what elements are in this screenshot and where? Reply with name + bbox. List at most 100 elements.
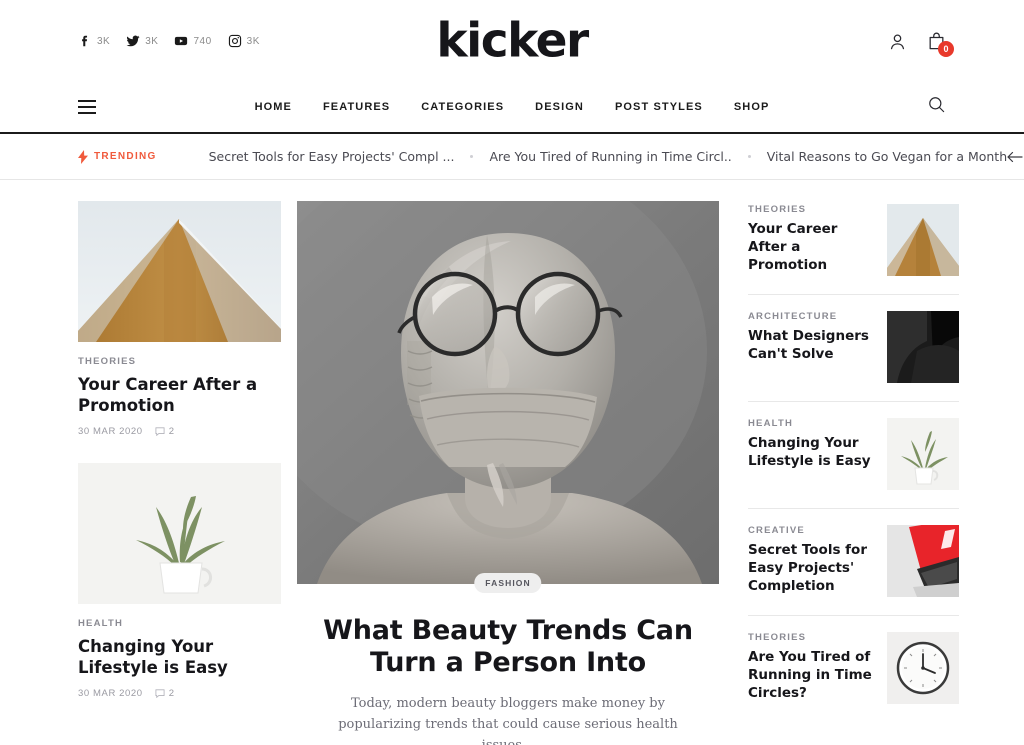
sidebar-article-thumbnail[interactable] xyxy=(887,204,959,276)
sidebar-article-category[interactable]: ARCHITECTURE xyxy=(748,311,873,322)
sidebar-article-text: CREATIVE Secret Tools for Easy Projects'… xyxy=(748,525,873,596)
sidebar-article-title[interactable]: Your Career After a Promotion xyxy=(748,221,873,275)
sidebar-article-2: ARCHITECTURE What Designers Can't Solve xyxy=(748,295,959,402)
search-icon xyxy=(929,97,945,113)
article-card: HEALTH Changing Your Lifestyle is Easy 3… xyxy=(78,462,281,699)
trending-navigation xyxy=(1007,151,1024,163)
sidebar-article-thumbnail[interactable] xyxy=(887,632,959,704)
sidebar-article-text: THEORIES Your Career After a Promotion xyxy=(748,204,873,275)
article-category[interactable]: HEALTH xyxy=(78,618,281,629)
social-link-instagram[interactable]: 3K xyxy=(228,34,260,48)
trending-separator-dot xyxy=(470,155,474,158)
site-logo[interactable]: kicker xyxy=(436,18,589,65)
comment-bubble-icon xyxy=(155,689,165,698)
twitter-icon xyxy=(126,35,140,47)
plant-in-white-mug-image xyxy=(887,418,959,490)
sidebar-article-text: HEALTH Changing Your Lifestyle is Easy xyxy=(748,418,873,471)
featured-image-wrapper: FASHION xyxy=(297,201,719,593)
trending-items: Secret Tools for Easy Projects' Compl ..… xyxy=(209,149,1008,164)
nav-item-home[interactable]: HOME xyxy=(255,101,292,113)
search-button[interactable] xyxy=(927,95,946,119)
wooden-triangular-building-apex-image xyxy=(887,204,959,276)
social-link-twitter[interactable]: 3K xyxy=(126,34,158,48)
youtube-icon xyxy=(175,36,188,46)
red-laptop-sticker-image xyxy=(887,525,959,597)
sidebar-article-category[interactable]: THEORIES xyxy=(748,204,873,215)
featured-image-link[interactable] xyxy=(297,201,719,584)
header-actions: 0 xyxy=(888,32,954,57)
article-thumbnail-architecture[interactable] xyxy=(78,201,281,342)
sidebar-article-title[interactable]: Are You Tired of Running in Time Circles… xyxy=(748,649,873,703)
article-comments[interactable]: 2 xyxy=(155,426,175,437)
article-category[interactable]: THEORIES xyxy=(78,356,281,367)
account-button[interactable] xyxy=(888,32,907,51)
cart-button[interactable]: 0 xyxy=(927,32,954,57)
article-title[interactable]: Changing Your Lifestyle is Easy xyxy=(78,636,281,679)
nav-item-post-styles[interactable]: POST STYLES xyxy=(615,101,703,113)
main-content: THEORIES Your Career After a Promotion 3… xyxy=(0,201,1024,745)
nav-item-shop[interactable]: SHOP xyxy=(734,101,770,113)
featured-category-badge[interactable]: FASHION xyxy=(474,573,542,593)
arrow-left-icon[interactable] xyxy=(1007,151,1023,163)
trending-label: TRENDING xyxy=(94,151,157,162)
article-meta: 30 MAR 2020 2 xyxy=(78,426,281,437)
sidebar-article-1: THEORIES Your Career After a Promotion xyxy=(748,201,959,295)
sidebar-article-thumbnail[interactable] xyxy=(887,311,959,383)
article-date: 30 MAR 2020 xyxy=(78,425,143,437)
trending-label-group: TRENDING xyxy=(78,149,157,164)
article-comments[interactable]: 2 xyxy=(155,688,175,699)
sidebar-article-5: THEORIES Are You Tired of Running in Tim… xyxy=(748,616,959,722)
featured-portrait-image xyxy=(297,201,719,584)
trending-bar: TRENDING Secret Tools for Easy Projects'… xyxy=(0,134,1024,180)
social-count-youtube: 740 xyxy=(193,35,212,47)
sidebar-article-text: THEORIES Are You Tired of Running in Tim… xyxy=(748,632,873,703)
sidebar-article-3: HEALTH Changing Your Lifestyle is Easy xyxy=(748,402,959,509)
social-count-twitter: 3K xyxy=(145,35,159,47)
sidebar-article-category[interactable]: HEALTH xyxy=(748,418,873,429)
article-thumbnail-plant[interactable] xyxy=(78,462,281,604)
sidebar: THEORIES Your Career After a Promotion A… xyxy=(748,201,959,745)
top-bar: 3K 3K 740 3K kicker 0 xyxy=(0,0,1024,82)
sidebar-article-title[interactable]: Changing Your Lifestyle is Easy xyxy=(748,435,873,471)
page-root: 3K 3K 740 3K kicker 0 HOME FEATURES CATE… xyxy=(0,0,1024,745)
social-count-instagram: 3K xyxy=(246,35,260,47)
comment-count: 2 xyxy=(168,687,175,699)
nav-item-design[interactable]: DESIGN xyxy=(535,101,584,113)
sidebar-article-text: ARCHITECTURE What Designers Can't Solve xyxy=(748,311,873,364)
nav-item-categories[interactable]: CATEGORIES xyxy=(421,101,504,113)
hamburger-line xyxy=(78,112,96,114)
article-date: 30 MAR 2020 xyxy=(78,687,143,699)
cart-count-badge: 0 xyxy=(938,40,954,57)
sidebar-article-title[interactable]: Secret Tools for Easy Projects' Completi… xyxy=(748,542,873,596)
wooden-triangular-building-apex-image xyxy=(78,201,281,342)
sidebar-article-category[interactable]: THEORIES xyxy=(748,632,873,643)
instagram-icon xyxy=(228,34,241,48)
featured-excerpt: Today, modern beauty bloggers make money… xyxy=(338,696,678,745)
wall-clock-image xyxy=(887,632,959,704)
nav-item-features[interactable]: FEATURES xyxy=(323,101,390,113)
social-link-facebook[interactable]: 3K xyxy=(78,34,110,48)
nav-links: HOME FEATURES CATEGORIES DESIGN POST STY… xyxy=(255,101,770,113)
hamburger-line xyxy=(78,106,96,108)
trending-item[interactable]: Vital Reasons to Go Vegan for a Month xyxy=(767,149,1007,164)
article-card: THEORIES Your Career After a Promotion 3… xyxy=(78,201,281,437)
sidebar-article-category[interactable]: CREATIVE xyxy=(748,525,873,536)
sidebar-article-thumbnail[interactable] xyxy=(887,525,959,597)
plant-in-white-mug-image xyxy=(78,462,281,604)
trending-item[interactable]: Are You Tired of Running in Time Circl.. xyxy=(489,149,731,164)
lightning-bolt-icon xyxy=(78,149,88,164)
dark-architecture-detail-image xyxy=(887,311,959,383)
hamburger-menu-icon[interactable] xyxy=(78,100,96,114)
left-column: THEORIES Your Career After a Promotion 3… xyxy=(78,201,281,745)
article-meta: 30 MAR 2020 2 xyxy=(78,688,281,699)
social-count-facebook: 3K xyxy=(97,35,111,47)
featured-title[interactable]: What Beauty Trends Can Turn a Person Int… xyxy=(297,615,719,678)
main-navigation: HOME FEATURES CATEGORIES DESIGN POST STY… xyxy=(0,82,1024,134)
facebook-icon xyxy=(82,35,88,47)
sidebar-article-title[interactable]: What Designers Can't Solve xyxy=(748,328,873,364)
sidebar-article-thumbnail[interactable] xyxy=(887,418,959,490)
social-link-youtube[interactable]: 740 xyxy=(174,34,211,48)
trending-item[interactable]: Secret Tools for Easy Projects' Compl ..… xyxy=(209,149,455,164)
article-title[interactable]: Your Career After a Promotion xyxy=(78,374,281,417)
comment-bubble-icon xyxy=(155,427,165,436)
